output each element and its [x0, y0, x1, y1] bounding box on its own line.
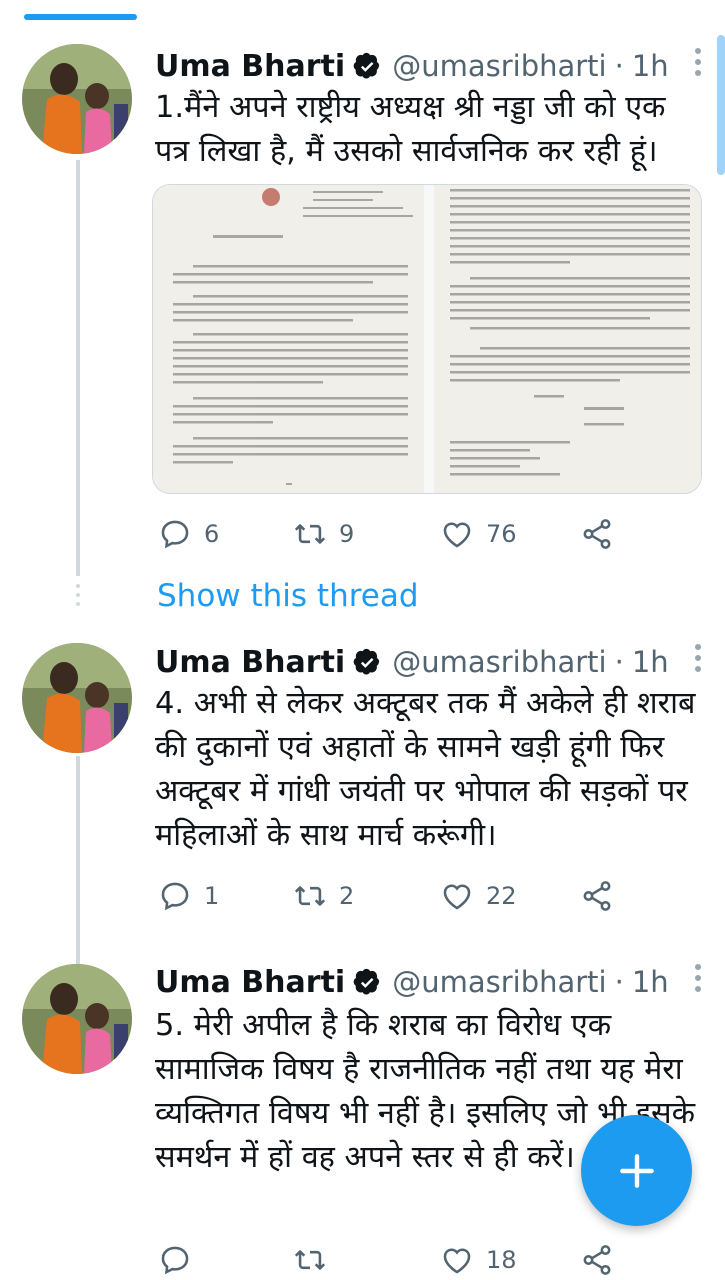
retweet-button[interactable]	[293, 1243, 440, 1277]
like-button[interactable]: 18	[440, 1243, 580, 1277]
more-icon[interactable]	[691, 964, 705, 998]
more-icon[interactable]	[691, 48, 705, 82]
like-icon	[443, 522, 471, 548]
compose-plus-icon	[619, 1153, 654, 1188]
avatar[interactable]	[22, 44, 132, 154]
reply-icon	[161, 882, 189, 911]
more-icon[interactable]	[691, 644, 705, 678]
author-name[interactable]: Uma Bharti	[155, 645, 345, 680]
tweet-actions: 1 2 22	[158, 876, 628, 916]
tweet-text: 4. अभी से लेकर अक्टूबर तक मैं अकेले ही श…	[155, 686, 696, 853]
tweet-text: 1.मैंने अपने राष्ट्रीय अध्यक्ष श्री नड्ड…	[155, 90, 666, 169]
compose-tweet-button[interactable]	[581, 1115, 692, 1226]
separator-dot: ·	[614, 645, 624, 679]
share-button[interactable]	[580, 1243, 614, 1277]
reply-button[interactable]: 1	[158, 879, 293, 913]
verified-badge-icon	[353, 968, 380, 995]
like-count: 18	[486, 1246, 517, 1274]
author-name[interactable]: Uma Bharti	[155, 49, 345, 84]
tweet-time[interactable]: 1h	[632, 49, 669, 83]
author-handle[interactable]: @umasribharti	[392, 645, 606, 679]
retweet-icon	[294, 886, 326, 906]
author-handle[interactable]: @umasribharti	[392, 49, 606, 83]
thread-line	[76, 160, 80, 576]
top-indicator	[24, 14, 137, 20]
avatar[interactable]	[22, 964, 132, 1074]
like-count: 22	[486, 882, 517, 910]
tweet-header: Uma Bharti @umasribharti · 1h	[155, 640, 705, 684]
thread-line	[76, 756, 80, 968]
tweet-header: Uma Bharti @umasribharti · 1h	[155, 960, 705, 1004]
author-handle[interactable]: @umasribharti	[392, 965, 606, 999]
author-name[interactable]: Uma Bharti	[155, 965, 345, 1000]
verified-badge-icon	[353, 648, 380, 675]
share-button[interactable]	[580, 517, 614, 551]
verified-badge-icon	[353, 52, 380, 79]
thread-gap-dots	[76, 584, 80, 611]
like-count: 76	[486, 520, 517, 548]
share-icon	[583, 1245, 611, 1275]
tweet-time[interactable]: 1h	[632, 645, 669, 679]
retweet-icon	[294, 524, 326, 544]
like-icon	[443, 1248, 471, 1274]
retweet-count: 2	[339, 882, 355, 910]
reply-button[interactable]: 6	[158, 517, 293, 551]
tweet-header: Uma Bharti @umasribharti · 1h	[155, 44, 705, 88]
like-button[interactable]: 22	[440, 879, 580, 913]
reply-icon	[161, 1246, 189, 1275]
scrollbar[interactable]	[717, 35, 725, 175]
reply-icon	[161, 520, 189, 549]
tweet-actions: 18	[158, 1240, 628, 1280]
letter-page-2	[434, 185, 701, 493]
like-button[interactable]: 76	[440, 517, 580, 551]
share-icon	[583, 519, 611, 549]
show-thread-link[interactable]: Show this thread	[157, 578, 419, 614]
reply-count: 1	[204, 882, 220, 910]
retweet-icon	[294, 1250, 326, 1270]
share-button[interactable]	[580, 879, 614, 913]
reply-count: 6	[204, 520, 220, 548]
retweet-button[interactable]: 2	[293, 879, 440, 913]
like-icon	[443, 884, 471, 910]
retweet-count: 9	[339, 520, 355, 548]
separator-dot: ·	[614, 49, 624, 83]
share-icon	[583, 881, 611, 911]
tweet-media[interactable]	[152, 184, 702, 494]
tweet-actions: 6 9 76	[158, 514, 628, 554]
separator-dot: ·	[614, 965, 624, 999]
tweet-time[interactable]: 1h	[632, 965, 669, 999]
reply-button[interactable]	[158, 1243, 293, 1277]
letter-page-1	[153, 185, 424, 493]
retweet-button[interactable]: 9	[293, 517, 440, 551]
avatar[interactable]	[22, 643, 132, 753]
